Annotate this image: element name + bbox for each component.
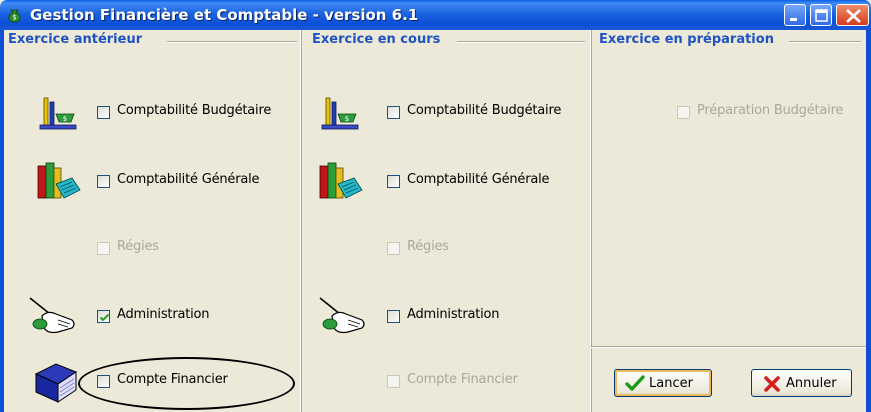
checkbox-preparation-budgetaire[interactable] (677, 106, 690, 119)
checkbox-anterieur-regies[interactable] (97, 242, 110, 255)
minimize-icon (790, 18, 797, 21)
label-anterieur-regies: Régies (117, 239, 159, 254)
cancel-x-icon (764, 376, 780, 392)
label-en-cours-regies: Régies (407, 239, 449, 254)
label-en-cours-compte-financier: Compte Financier (407, 372, 518, 387)
maximize-button[interactable] (810, 4, 832, 26)
frame-exercice-anterieur: Exercice antérieur (0, 30, 300, 412)
checkbox-anterieur-comptabilite-budgetaire[interactable] (97, 106, 110, 119)
label-preparation-budgetaire: Préparation Budgétaire (697, 103, 844, 118)
frame-title-en-cours: Exercice en cours (312, 32, 441, 47)
books-icon (319, 162, 363, 199)
frame-divider (457, 41, 585, 43)
balance-scale-icon: $ (39, 97, 77, 130)
title-bar[interactable]: $ Gestion Financière et Comptable - vers… (0, 0, 871, 30)
lancer-button[interactable]: Lancer (614, 369, 712, 397)
label-en-cours-comptabilite-budgetaire: Comptabilité Budgétaire (407, 103, 562, 118)
frame-title-anterieur: Exercice antérieur (8, 32, 143, 47)
checkbox-anterieur-comptabilite-generale[interactable] (97, 175, 110, 188)
hand-pointer-icon (29, 297, 75, 334)
checkbox-en-cours-regies[interactable] (387, 242, 400, 255)
label-en-cours-administration: Administration (407, 307, 500, 322)
annuler-button[interactable]: Annuler (751, 369, 852, 397)
blue-book-icon (34, 363, 78, 403)
window-title: Gestion Financière et Comptable - versio… (30, 6, 419, 24)
hand-pointer-icon (319, 297, 365, 334)
svg-text:$: $ (63, 115, 67, 123)
checkbox-en-cours-comptabilite-budgetaire[interactable] (387, 106, 400, 119)
frame-exercice-en-cours: Exercice en cours (300, 30, 590, 412)
balance-scale-icon: $ (321, 97, 359, 130)
money-bag-icon: $ (8, 9, 21, 23)
close-icon (846, 9, 861, 23)
checkmark-icon (625, 375, 645, 391)
window-border (866, 30, 871, 412)
label-en-cours-comptabilite-generale: Comptabilité Générale (407, 172, 550, 187)
lancer-label: Lancer (649, 376, 693, 391)
close-button[interactable] (836, 4, 869, 26)
highlight-ellipse (78, 357, 295, 410)
checkbox-en-cours-comptabilite-generale[interactable] (387, 175, 400, 188)
checkbox-en-cours-administration[interactable] (387, 310, 400, 323)
svg-text:$: $ (345, 115, 349, 123)
label-anterieur-comptabilite-budgetaire: Comptabilité Budgétaire (117, 103, 272, 118)
annuler-label: Annuler (786, 376, 837, 391)
maximize-icon (815, 9, 828, 22)
preparation-panel (590, 30, 871, 347)
svg-text:$: $ (12, 14, 16, 22)
books-icon (37, 162, 81, 199)
minimize-button[interactable] (784, 4, 806, 26)
checkmark-icon (99, 313, 110, 322)
checkbox-en-cours-compte-financier[interactable] (387, 375, 400, 388)
label-anterieur-comptabilite-generale: Comptabilité Générale (117, 172, 260, 187)
checkbox-anterieur-administration[interactable] (97, 310, 110, 323)
label-anterieur-administration: Administration (117, 307, 210, 322)
frame-divider (167, 41, 297, 43)
